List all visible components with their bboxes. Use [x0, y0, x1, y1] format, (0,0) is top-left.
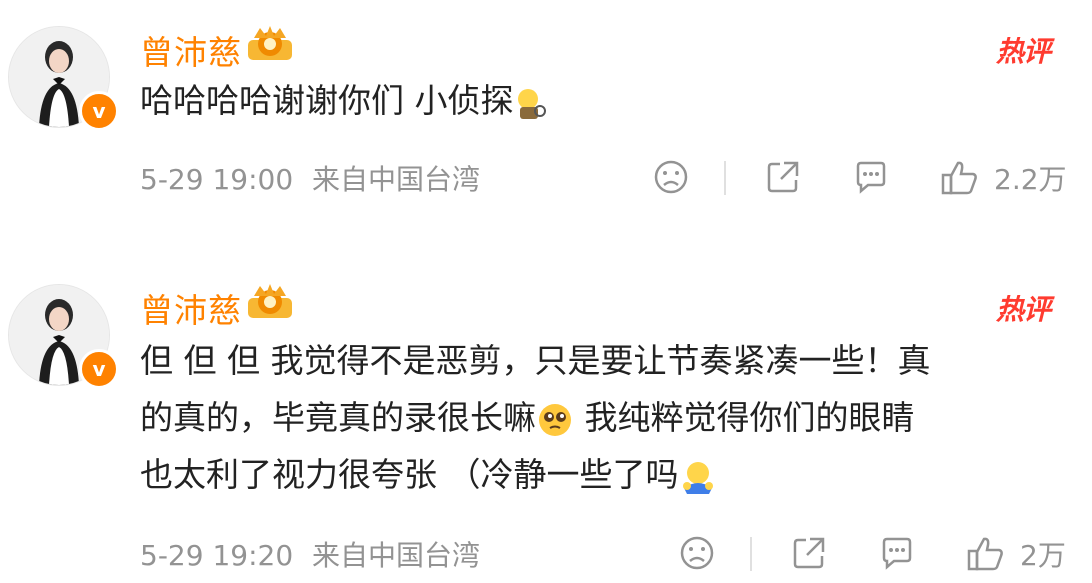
member-crown-icon	[248, 284, 292, 318]
action-bar: 2.2万	[0, 158, 1092, 198]
like-button[interactable]: 2万	[966, 534, 1066, 574]
comment-icon	[856, 161, 886, 194]
divider	[750, 537, 752, 571]
action-bar: 2万	[0, 534, 1092, 574]
pleading-emoji-icon	[539, 403, 571, 436]
frown-face-icon	[654, 160, 688, 194]
share-button[interactable]	[790, 534, 828, 572]
comment-button[interactable]	[878, 534, 916, 572]
thumbs-up-icon	[941, 161, 977, 195]
avatar[interactable]: v	[8, 284, 119, 389]
dislike-button[interactable]	[652, 158, 690, 196]
comment-text: 但 但 但 我觉得不是恶剪，只是要让节奏紧凑一些！真 的真的，毕竟真的录很长嘛 …	[140, 332, 1070, 503]
like-button[interactable]: 2.2万	[940, 158, 1067, 198]
share-button[interactable]	[764, 158, 802, 196]
hot-comment-badge: 热评	[996, 35, 1051, 68]
frown-face-icon	[680, 536, 714, 570]
dislike-button[interactable]	[678, 534, 716, 572]
hot-comment-badge: 热评	[996, 293, 1051, 326]
comment-icon	[882, 537, 912, 570]
verified-badge-icon: v	[79, 349, 119, 389]
like-count: 2.2万	[994, 163, 1067, 196]
username[interactable]: 曾沛慈	[140, 26, 242, 74]
verified-badge-icon: v	[79, 91, 119, 131]
divider	[724, 161, 726, 195]
comment-button[interactable]	[852, 158, 890, 196]
avatar[interactable]: v	[8, 26, 119, 131]
hug-emoji-icon	[682, 461, 713, 494]
share-icon	[767, 161, 799, 193]
share-icon	[793, 537, 825, 569]
comment-text: 哈哈哈哈谢谢你们 小侦探	[140, 72, 1070, 129]
comment-text-line: 的真的，毕竟真的录很长嘛 我纯粹觉得你们的眼睛	[140, 398, 915, 437]
comment-text-line: 也太利了视力很夸张 （冷静一些了吗	[140, 446, 1070, 503]
member-crown-icon	[248, 26, 292, 60]
comment-text-line: 哈哈哈哈谢谢你们 小侦探	[140, 81, 514, 120]
username[interactable]: 曾沛慈	[140, 284, 242, 332]
comment-text-line: 但 但 但 我觉得不是恶剪，只是要让节奏紧凑一些！真	[140, 341, 931, 380]
thumbs-up-icon	[967, 537, 1003, 571]
like-count: 2万	[1020, 539, 1066, 572]
detective-emoji-icon	[517, 88, 546, 119]
